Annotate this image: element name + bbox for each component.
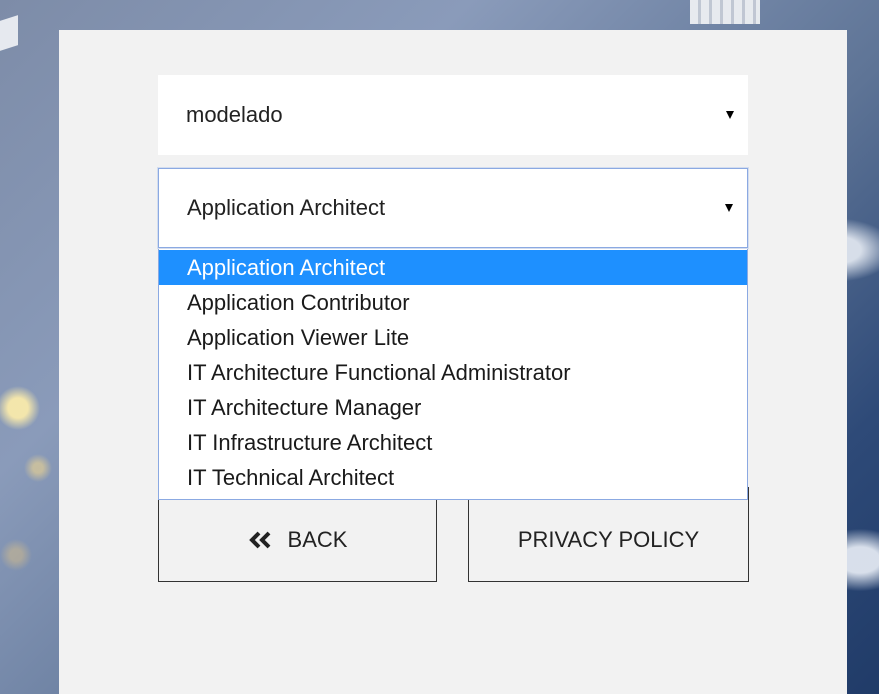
project-select[interactable]: modelado (158, 75, 748, 155)
back-button[interactable]: BACK (158, 487, 437, 582)
back-button-label: BACK (287, 526, 348, 552)
project-select-value: modelado (186, 102, 283, 127)
caret-down-icon (726, 111, 734, 119)
role-option[interactable]: Application Architect (159, 250, 747, 285)
background-decoration-top (690, 0, 760, 24)
role-option[interactable]: IT Technical Architect (159, 460, 747, 495)
privacy-policy-button-label: PRIVACY POLICY (517, 526, 700, 552)
role-option[interactable]: IT Infrastructure Architect (159, 425, 747, 460)
double-chevron-left-icon (248, 531, 270, 548)
role-option[interactable]: Application Viewer Lite (159, 320, 747, 355)
role-select[interactable]: Application Architect (158, 168, 748, 248)
role-dropdown-list: Application Architect Application Contri… (158, 249, 748, 500)
role-option[interactable]: IT Architecture Manager (159, 390, 747, 425)
role-option[interactable]: Application Contributor (159, 285, 747, 320)
background-decoration-left (0, 15, 18, 51)
role-select-value: Application Architect (187, 195, 386, 220)
caret-down-icon (725, 204, 733, 212)
privacy-policy-button[interactable]: PRIVACY POLICY (468, 487, 749, 582)
role-option[interactable]: IT Architecture Functional Administrator (159, 355, 747, 390)
